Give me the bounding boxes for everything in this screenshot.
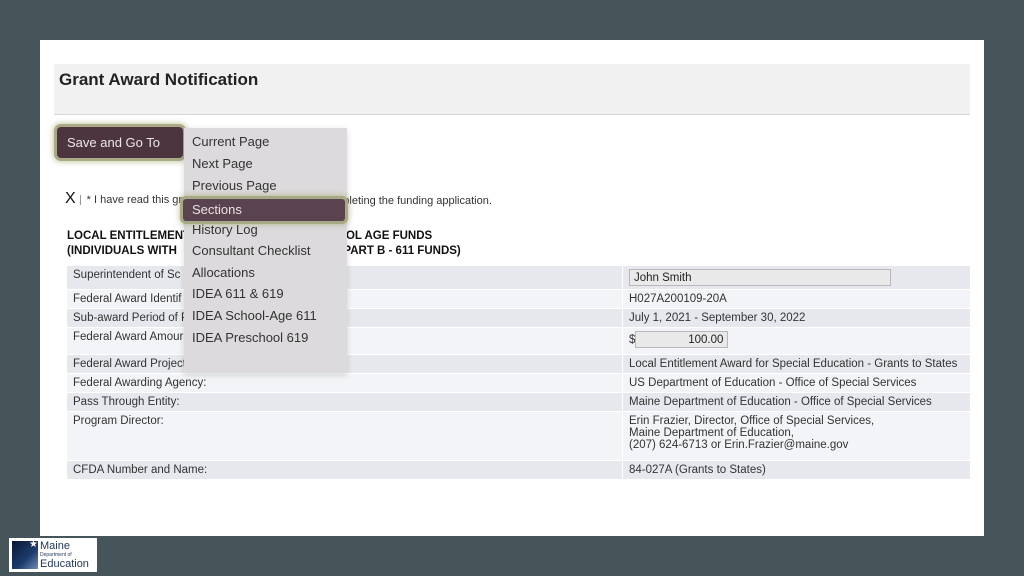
row-label: Federal Awarding Agency: <box>67 373 623 393</box>
menu-item-sections[interactable]: Sections <box>183 199 345 221</box>
row-value: H027A200109-20A <box>622 289 970 309</box>
menu-item-current-page[interactable]: Current Page <box>192 134 269 149</box>
row-value: Maine Department of Education - Office o… <box>622 392 970 412</box>
go-to-dropdown-menu: Current Page Next Page Previous Page Sec… <box>183 128 347 373</box>
table-row: Federal Awarding Agency: US Department o… <box>67 373 970 393</box>
page-title: Grant Award Notification <box>59 70 259 89</box>
acknowledgement-text-end: ompleting the funding application. <box>328 195 492 207</box>
director-line: (207) 624-6713 or Erin.Frazier@maine.gov <box>629 439 849 451</box>
menu-item-history-log[interactable]: History Log <box>192 222 258 237</box>
maine-doe-logo: ★ Maine Department of Education <box>9 538 97 572</box>
director-line: Erin Frazier, Director, Office of Specia… <box>629 415 875 427</box>
acknowledgement-text: * I have read this gr <box>86 194 183 206</box>
save-and-go-to-button[interactable]: Save and Go To <box>57 127 183 158</box>
menu-item-idea-611-619[interactable]: IDEA 611 & 619 <box>192 286 284 301</box>
section-heading-line2-end: , PART B - 611 FUNDS) <box>337 245 461 257</box>
superintendent-input[interactable]: John Smith <box>629 269 891 286</box>
section-heading-line1-end: OOL AGE FUNDS <box>337 230 433 242</box>
director-line: Maine Department of Education, <box>629 427 794 439</box>
menu-item-idea-school-age-611[interactable]: IDEA School-Age 611 <box>192 308 317 323</box>
menu-item-allocations[interactable]: Allocations <box>192 265 255 280</box>
row-label: CFDA Number and Name: <box>67 460 623 479</box>
star-icon: ★ <box>29 539 38 550</box>
row-value: July 1, 2021 - September 30, 2022 <box>622 308 970 328</box>
logo-text-education: Education <box>40 558 89 570</box>
row-label: Program Director: <box>67 411 623 461</box>
menu-item-next-page[interactable]: Next Page <box>192 156 253 171</box>
row-value: John Smith <box>622 265 970 290</box>
table-row: Pass Through Entity: Maine Department of… <box>67 392 970 412</box>
table-row: CFDA Number and Name: 84-027A (Grants to… <box>67 460 970 479</box>
row-value: $100.00 <box>622 327 970 355</box>
acknowledgement-checkbox[interactable]: X <box>65 190 76 207</box>
section-heading-line2: (INDIVIDUALS WITH <box>67 245 177 257</box>
award-amount-input[interactable]: 100.00 <box>635 331 729 348</box>
menu-item-previous-page[interactable]: Previous Page <box>192 178 277 193</box>
section-heading: LOCAL ENTITLEMENT OOL AGE FUNDS (INDIVIDU… <box>67 229 461 259</box>
row-value: 84-027A (Grants to States) <box>622 460 970 479</box>
menu-item-consultant-checklist[interactable]: Consultant Checklist <box>192 243 311 258</box>
page-header: Grant Award Notification <box>54 64 970 115</box>
logo-text-maine: Maine <box>40 540 70 552</box>
row-value: Local Entitlement Award for Special Educ… <box>622 354 970 374</box>
checkbox-border <box>79 195 81 206</box>
row-value: Erin Frazier, Director, Office of Specia… <box>622 411 970 461</box>
row-label: Pass Through Entity: <box>67 392 623 412</box>
logo-emblem: ★ <box>12 539 38 569</box>
row-value: US Department of Education - Office of S… <box>622 373 970 393</box>
table-row: Program Director: Erin Frazier, Director… <box>67 411 970 461</box>
app-window: Grant Award Notification Save and Go To … <box>40 40 984 536</box>
section-heading-line1: LOCAL ENTITLEMENT <box>67 230 191 242</box>
menu-item-idea-preschool-619[interactable]: IDEA Preschool 619 <box>192 330 308 345</box>
acknowledgement-row: X * I have read this gr ompleting the fun… <box>65 190 492 208</box>
